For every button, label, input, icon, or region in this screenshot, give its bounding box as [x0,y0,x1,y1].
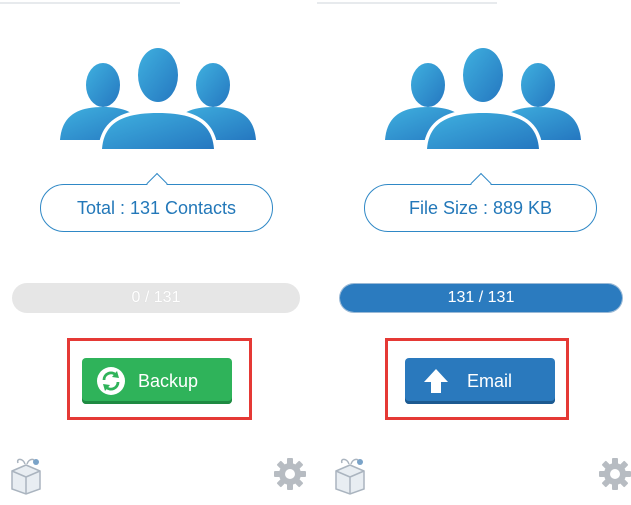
contacts-total-bubble: Total : 131 Contacts [40,184,273,232]
gift-box-icon [335,458,365,495]
contacts-group-icon [60,46,256,151]
backup-screen: Total : 131 Contacts 0 / 131 Backup [0,0,313,505]
progress-text: 0 / 131 [131,289,181,306]
email-screen: File Size : 889 KB 131 / 131 Email [317,0,631,505]
file-size-text: File Size : 889 KB [408,197,553,218]
gear-icon[interactable] [598,457,631,491]
gift-box-icon [11,458,41,495]
sync-icon [97,367,125,395]
contacts-total-text: Total : 131 Contacts [76,197,237,218]
gear-icon[interactable] [273,457,307,491]
backup-progress-bar: 0 / 131 [12,283,300,313]
upload-arrow-icon [424,369,448,393]
email-button[interactable]: Email [405,358,555,404]
backup-button-label: Backup [138,370,199,391]
backup-button[interactable]: Backup [82,358,232,404]
email-button-label: Email [467,370,513,391]
cut-off-header [317,0,497,4]
progress-text: 131 / 131 [447,289,515,306]
contacts-group-icon [385,46,581,151]
cut-off-header [0,0,180,4]
file-size-bubble: File Size : 889 KB [364,184,597,232]
backup-progress-bar: 131 / 131 [339,283,623,313]
